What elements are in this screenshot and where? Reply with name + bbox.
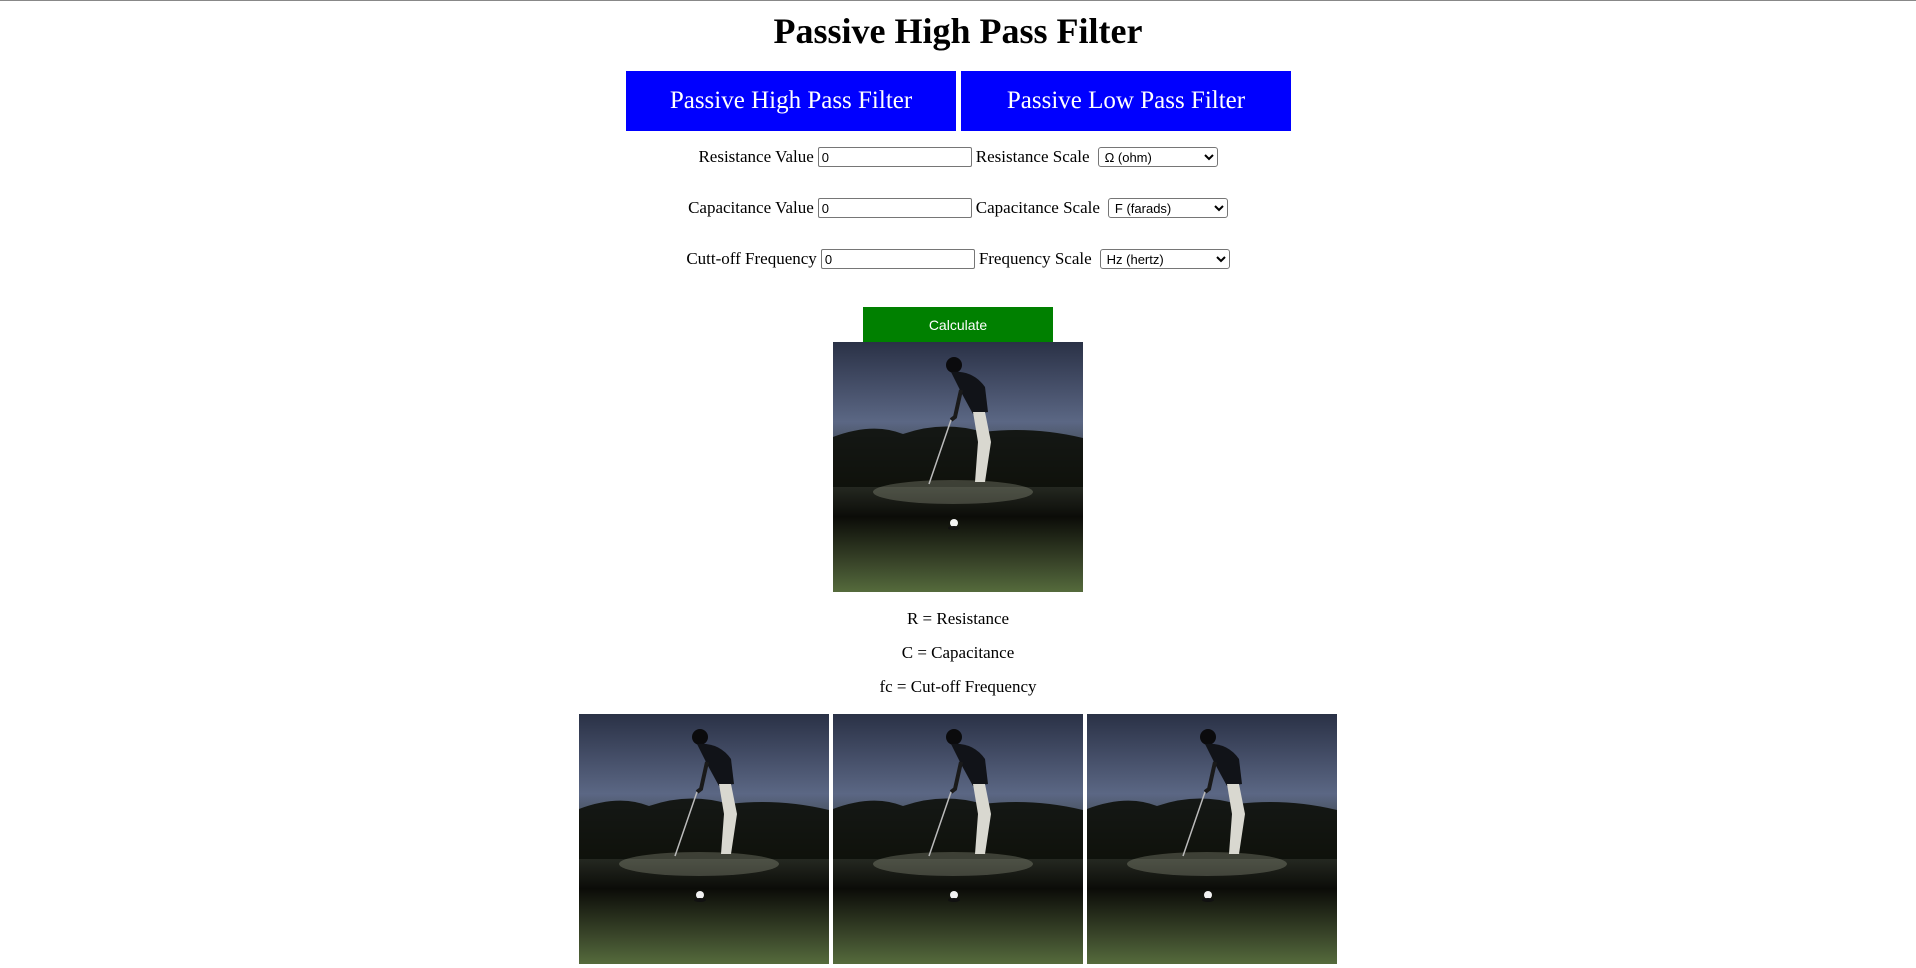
golfer-illustration — [1087, 729, 1337, 902]
golfer-illustration — [579, 729, 829, 902]
cutoff-frequency-label: Cutt-off Frequency — [686, 249, 817, 268]
main-image — [833, 342, 1083, 592]
capacitance-scale-select[interactable]: F (farads) — [1107, 198, 1228, 218]
frequency-scale-select[interactable]: Hz (hertz) — [1099, 249, 1230, 269]
page: Passive High Pass Filter Passive High Pa… — [0, 0, 1916, 968]
filter-tabs: Passive High Pass Filter Passive Low Pas… — [626, 71, 1291, 131]
cutoff-frequency-input[interactable] — [820, 249, 975, 269]
legend-cutoff-frequency: fc = Cut-off Frequency — [879, 677, 1037, 696]
resistance-row: Resistance Value Resistance Scale Ω (ohm… — [0, 147, 1916, 167]
formula-image-2 — [833, 714, 1083, 964]
tab-high-pass-filter[interactable]: Passive High Pass Filter — [626, 71, 956, 131]
formula-image-3 — [1087, 714, 1337, 964]
frequency-scale-label: Frequency Scale — [978, 249, 1092, 268]
capacitance-scale-label: Capacitance Scale — [975, 198, 1100, 217]
legend-resistance: R = Resistance — [906, 609, 1010, 628]
golfer-illustration — [833, 357, 1083, 530]
resistance-scale-label: Resistance Scale — [975, 147, 1090, 166]
frequency-row: Cutt-off Frequency Frequency Scale Hz (h… — [0, 249, 1916, 269]
resistance-scale-select[interactable]: Ω (ohm) — [1097, 147, 1218, 167]
resistance-value-input[interactable] — [817, 147, 972, 167]
capacitance-value-label: Capacitance Value — [688, 198, 814, 217]
capacitance-row: Capacitance Value Capacitance Scale F (f… — [0, 198, 1916, 218]
formula-image-1 — [579, 714, 829, 964]
capacitance-value-input[interactable] — [817, 198, 972, 218]
resistance-value-label: Resistance Value — [698, 147, 814, 166]
calculate-button[interactable]: Calculate — [863, 307, 1053, 342]
tab-low-pass-filter[interactable]: Passive Low Pass Filter — [961, 71, 1291, 131]
golfer-illustration — [833, 729, 1083, 902]
legend-capacitance: C = Capacitance — [901, 643, 1015, 662]
page-title: Passive High Pass Filter — [773, 11, 1143, 51]
